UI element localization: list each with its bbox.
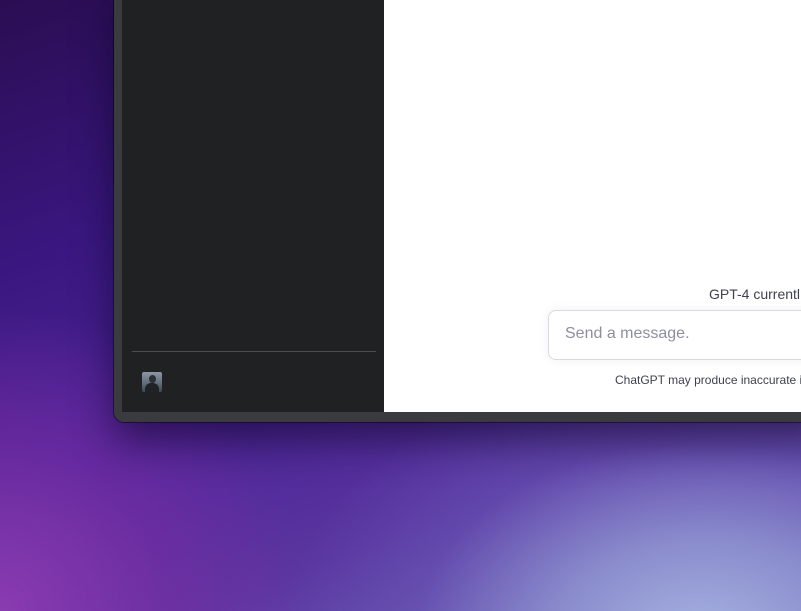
avatar-body-shape — [145, 383, 159, 392]
avatar-head-shape — [149, 375, 156, 383]
chat-main-panel: GPT-4 currentl ChatGPT may produce inacc… — [384, 0, 801, 412]
model-notice: GPT-4 currentl — [709, 286, 801, 302]
user-avatar[interactable] — [142, 372, 162, 392]
disclaimer-text: ChatGPT may produce inaccurate i — [615, 373, 801, 387]
message-input[interactable] — [565, 325, 801, 343]
message-composer[interactable] — [548, 310, 801, 360]
sidebar-divider — [132, 351, 376, 352]
sidebar — [122, 0, 384, 412]
